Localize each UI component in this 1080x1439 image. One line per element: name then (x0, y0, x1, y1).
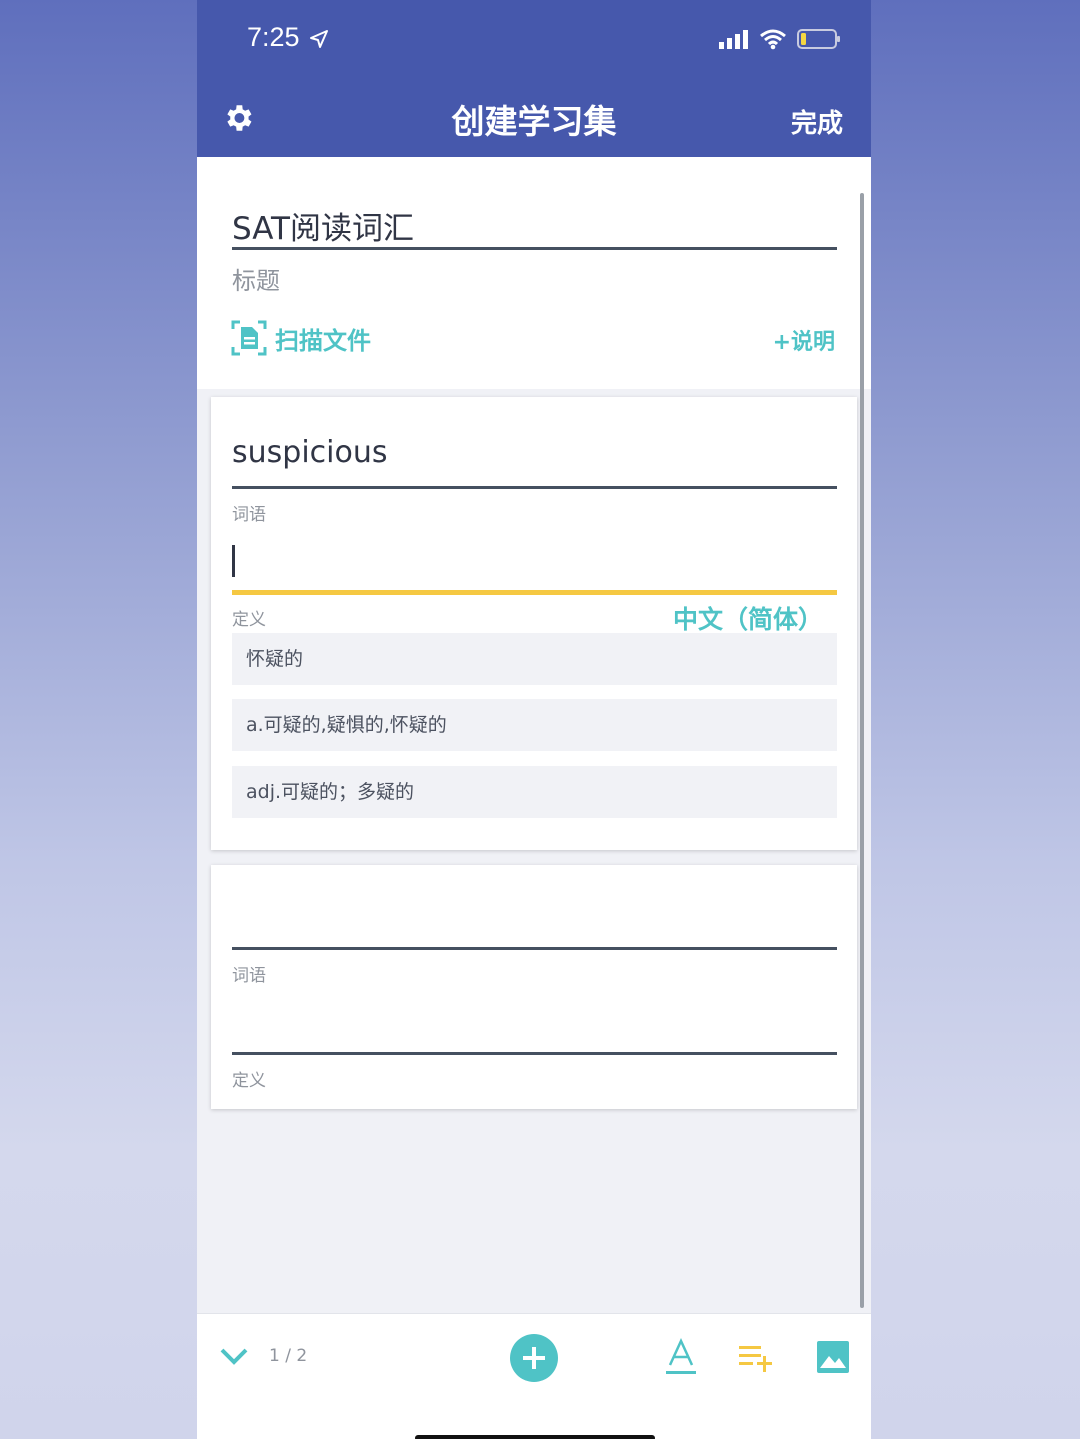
definition-underline (232, 1052, 837, 1055)
term-underline (232, 947, 837, 950)
definition-input[interactable] (232, 532, 837, 588)
add-list-icon[interactable] (737, 1342, 777, 1374)
image-icon[interactable] (816, 1340, 850, 1374)
chevron-down-icon[interactable] (219, 1347, 249, 1367)
definition-label: 定义 (232, 610, 266, 630)
status-icons (719, 28, 841, 50)
term-card: suspicious 词语 定义 中文（简体） 怀疑的 a.可疑的,疑惧的,怀疑… (211, 397, 857, 850)
term-label: 词语 (232, 505, 266, 525)
title-label: 标题 (232, 267, 280, 295)
battery-icon (797, 29, 840, 49)
suggestion-item[interactable]: 怀疑的 (232, 633, 837, 685)
add-description-button[interactable]: +说明 (773, 324, 835, 356)
time-text: 7:25 (247, 22, 300, 52)
done-button[interactable]: 完成 (791, 103, 843, 140)
plus-icon (523, 1347, 545, 1369)
scan-document-icon (231, 320, 267, 356)
wifi-icon (760, 29, 786, 50)
term-input-empty[interactable] (232, 895, 837, 945)
page-indicator: 1 / 2 (269, 1346, 308, 1366)
scrollbar[interactable] (860, 193, 864, 1308)
text-format-icon[interactable] (664, 1338, 698, 1376)
title-underline (232, 247, 837, 250)
definition-input-empty[interactable] (232, 1000, 837, 1050)
status-time: 7:25 (247, 22, 329, 53)
app-screen: 7:25 创建学习集 完成 SAT阅读词汇 标题 扫描文件 +说明 suspic… (197, 0, 871, 1439)
home-indicator (415, 1435, 655, 1439)
location-arrow-icon (310, 29, 329, 48)
set-title-input[interactable]: SAT阅读词汇 (232, 203, 414, 248)
language-selector[interactable]: 中文（简体） (673, 600, 823, 636)
term-label: 词语 (232, 966, 266, 986)
signal-icon (719, 30, 748, 49)
scan-label: 扫描文件 (275, 326, 371, 355)
add-card-button[interactable] (510, 1334, 558, 1382)
scan-document-button[interactable]: 扫描文件 (231, 320, 371, 356)
bottom-toolbar: 1 / 2 (197, 1313, 871, 1439)
set-header: SAT阅读词汇 标题 扫描文件 +说明 (197, 157, 871, 389)
suggestion-item[interactable]: a.可疑的,疑惧的,怀疑的 (232, 699, 837, 751)
definition-label: 定义 (232, 1071, 266, 1091)
page-title: 创建学习集 (451, 102, 617, 141)
term-card-empty: 词语 定义 (211, 865, 857, 1109)
term-underline (232, 486, 837, 489)
term-input[interactable]: suspicious (232, 435, 387, 470)
top-bar: 7:25 创建学习集 完成 (197, 0, 871, 157)
suggestion-item[interactable]: adj.可疑的；多疑的 (232, 766, 837, 818)
definition-focus-underline (232, 590, 837, 595)
